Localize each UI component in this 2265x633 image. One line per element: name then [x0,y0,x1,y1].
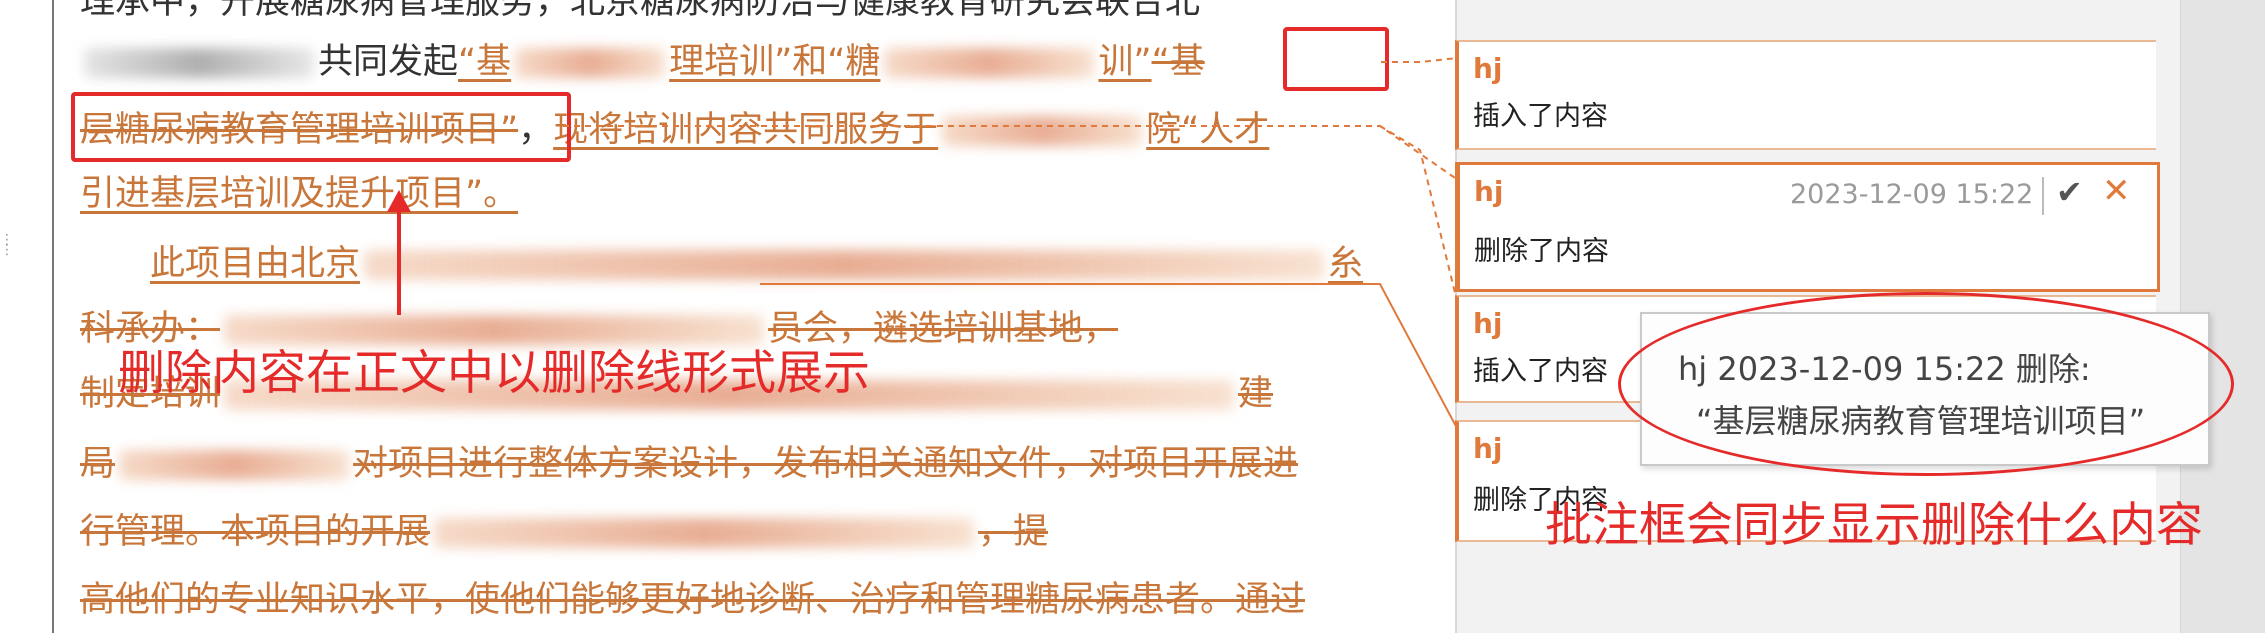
redacted-text [119,450,350,480]
redacted-text [884,48,1095,78]
doc-text: 共同发起 [318,42,459,82]
balloon-action: 删除了内容 [1474,236,1609,267]
balloon-author: hj [1473,52,1503,85]
deleted-text[interactable]: 行管理。本项目的开展 [80,512,430,552]
accept-change-icon[interactable]: ✔ [2056,173,2083,211]
balloon-separator [2042,177,2044,215]
doc-line-3: 引进基层培训及提升项目”。 [80,170,518,220]
doc-line-8: 行管理。本项目的开展 ，提 [80,508,1048,558]
inserted-text[interactable]: “基 [458,42,511,82]
doc-line-4: 此项目由北京 糸 [150,240,1363,290]
redacted-text [224,315,765,345]
tooltip-highlight-ellipse [1618,292,2234,476]
deleted-text-highlight-box [71,92,571,162]
inserted-text[interactable]: 理培训”和“糖 [669,42,880,82]
doc-line-7: 局 对项目进行整体方案设计，发布相关通知文件，对项目开展进 [80,440,1298,490]
balloon-timestamp: 2023-12-09 15:22 [1790,179,2034,210]
redacted-text [84,48,314,78]
deleted-text[interactable]: “基 [1152,42,1205,82]
redacted-text [434,518,975,548]
doc-line-0: 理承中，开展糖尿病管理服务，北京糖尿病防治与健康教育研究会联合北 [80,0,1200,28]
revision-balloon-selected[interactable]: hj 删除了内容 2023-12-09 15:22 ✔ ✕ [1455,162,2160,292]
inserted-text[interactable]: 现将培训内容共同服务于 [553,110,938,150]
doc-text: 理承中，开展糖尿病管理服务，北京糖尿病防治与健康教育研究会联合北 [80,0,1201,22]
strikethrough-annotation-label: 删除内容在正文中以删除线形式展示 [118,346,870,401]
inserted-text[interactable]: 此项目由北京 [150,244,360,284]
doc-line-1: 共同发起“基 理培训”和“糖 训”“基 [80,38,1205,88]
balloon-annotation-label: 批注框会同步显示删除什么内容 [1545,498,2203,553]
revision-balloon[interactable]: hj 插入了内容 [1455,40,2156,150]
deleted-text[interactable]: 科承办： [80,309,220,349]
arrow-shaft [397,205,401,315]
document-canvas[interactable]: ⋮ ⋮ 理承中，开展糖尿病管理服务，北京糖尿病防治与健康教育研究会联合北 共同发起… [0,0,1455,633]
balloon-action: 插入了内容 [1473,356,1608,387]
deleted-text-highlight-box [1283,27,1389,91]
doc-line-9: 高他们的专业知识水平，使他们能够更好地诊断、治疗和管理糖尿病患者。通过 [80,576,1305,626]
drag-handle-icon[interactable]: ⋮ ⋮ [0,233,14,275]
deleted-text[interactable]: 对项目进行整体方案设计，发布相关通知文件，对项目开展进 [353,444,1298,484]
inserted-text[interactable]: 训” [1098,42,1151,82]
balloon-author: hj [1473,432,1503,465]
deleted-text[interactable]: ，提 [978,512,1048,552]
deleted-text[interactable]: 高他们的专业知识水平，使他们能够更好地诊断、治疗和管理糖尿病患者。通过 [80,580,1305,620]
inserted-text[interactable]: 糸 [1328,244,1363,284]
page-left-border [52,0,54,633]
balloon-author: hj [1473,307,1503,340]
reject-change-icon[interactable]: ✕ [2102,171,2131,211]
redacted-text [364,250,1325,280]
redacted-text [515,48,666,78]
deleted-text[interactable]: 局 [80,444,115,484]
redacted-text [942,116,1143,146]
deleted-text[interactable]: 员会，遴选培训基地， [768,309,1118,349]
inserted-text[interactable]: 院“人才 [1146,110,1269,150]
inserted-text[interactable]: 引进基层培训及提升项目”。 [80,174,518,214]
balloon-author: hj [1474,175,1504,208]
balloon-action: 插入了内容 [1473,101,1608,132]
deleted-text[interactable]: 建 [1238,374,1273,414]
